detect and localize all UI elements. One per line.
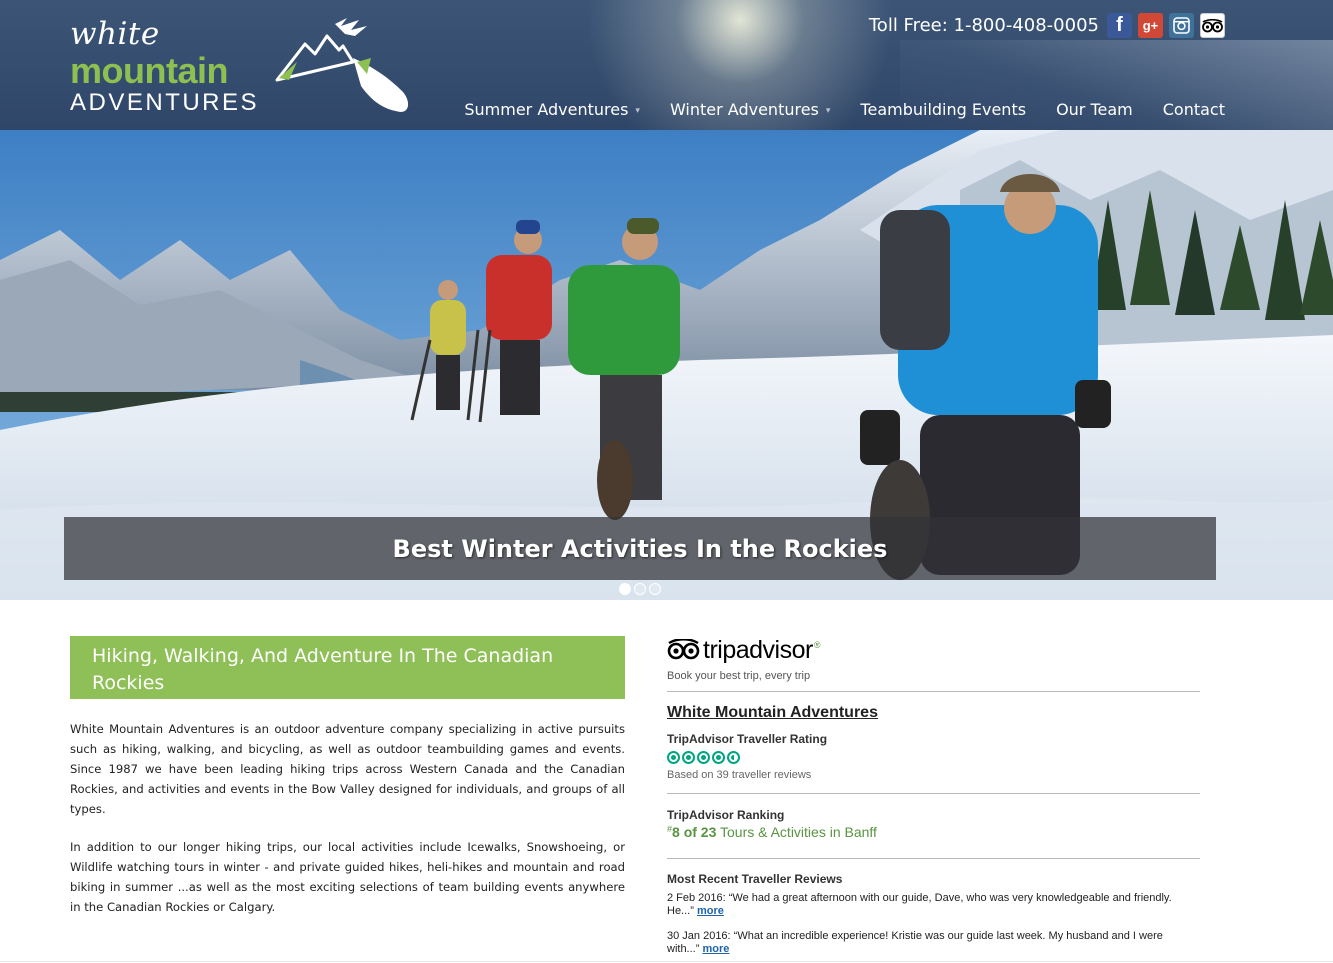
ranking-label: TripAdvisor Ranking xyxy=(667,808,785,822)
divider xyxy=(667,793,1200,794)
slider-dot-1[interactable] xyxy=(619,583,631,595)
hero-caption-bar: Best Winter Activities In the Rockies xyxy=(64,517,1216,580)
tripadvisor-wordmark: tripadvisor xyxy=(703,635,813,664)
toll-free-number[interactable]: Toll Free: 1-800-408-0005 xyxy=(869,15,1099,36)
logo-line-mountain: mountain xyxy=(70,50,228,91)
nav-summer-adventures-label: Summer Adventures xyxy=(464,100,629,119)
logo-line-white: white xyxy=(70,16,160,52)
review-text: 2 Feb 2016: “We had a great afternoon wi… xyxy=(667,892,1172,917)
instagram-icon[interactable] xyxy=(1169,13,1194,38)
intro-heading: Hiking, Walking, And Adventure In The Ca… xyxy=(70,636,625,699)
page-bottom-divider xyxy=(0,961,1333,962)
rating-half-bubble-icon xyxy=(727,751,740,764)
intro-section: Hiking, Walking, And Adventure In The Ca… xyxy=(70,636,625,917)
tripadvisor-tagline: Book your best trip, every trip xyxy=(667,670,811,682)
review-count[interactable]: Based on 39 traveller reviews xyxy=(667,769,1200,781)
intro-paragraph-1: White Mountain Adventures is an outdoor … xyxy=(70,722,625,816)
facebook-icon[interactable]: f xyxy=(1107,13,1132,38)
ranking-position: 8 of 23 xyxy=(672,824,717,840)
rating-label: TripAdvisor Traveller Rating xyxy=(667,732,828,746)
topbar: Toll Free: 1-800-408-0005 f g+ xyxy=(869,13,1225,38)
tripadvisor-owl-icon xyxy=(667,639,700,660)
review-text: 30 Jan 2016: “What an incredible experie… xyxy=(667,930,1163,955)
business-name-link[interactable]: White Mountain Adventures xyxy=(667,704,1200,722)
nav-teambuilding-events-label: Teambuilding Events xyxy=(860,100,1027,119)
rating-bubble-icon xyxy=(682,751,695,764)
tripadvisor-icon[interactable] xyxy=(1200,13,1225,38)
nav-teambuilding-events[interactable]: Teambuilding Events xyxy=(830,100,1026,119)
tripadvisor-widget: tripadvisor ® Book your best trip, every… xyxy=(667,636,1200,956)
recent-reviews-label: Most Recent Traveller Reviews xyxy=(667,872,843,886)
divider xyxy=(667,858,1200,859)
hero-caption-text: Best Winter Activities In the Rockies xyxy=(392,534,888,563)
nav-winter-adventures[interactable]: Winter Adventures ▾ xyxy=(640,100,830,119)
ranking-link[interactable]: #8 of 23 Tours & Activities in Banff xyxy=(667,824,1200,840)
site-header: white mountain ADVENTURES Toll Free: 1-8… xyxy=(0,0,1333,130)
intro-paragraph-2: In addition to our longer hiking trips, … xyxy=(70,840,625,914)
tripadvisor-owl-icon xyxy=(1202,18,1223,32)
mountain-bird-logo-icon xyxy=(275,18,409,112)
rating-bubbles xyxy=(667,751,1200,764)
review-more-link[interactable]: more xyxy=(702,943,729,955)
main-navigation: Summer Adventures ▾ Winter Adventures ▾ … xyxy=(434,100,1225,119)
divider xyxy=(667,691,1200,692)
slider-dot-2[interactable] xyxy=(634,583,646,595)
facebook-glyph: f xyxy=(1116,14,1123,36)
nav-our-team-label: Our Team xyxy=(1056,100,1133,119)
registered-mark: ® xyxy=(813,640,821,650)
nav-our-team[interactable]: Our Team xyxy=(1026,100,1133,119)
rating-bubble-icon xyxy=(667,751,680,764)
nav-contact[interactable]: Contact xyxy=(1133,100,1225,119)
hero-slider[interactable]: Best Winter Activities In the Rockies xyxy=(0,130,1333,600)
nav-winter-adventures-label: Winter Adventures xyxy=(669,100,819,119)
slider-dot-3[interactable] xyxy=(649,583,661,595)
review-item: 2 Feb 2016: “We had a great afternoon wi… xyxy=(667,892,1177,918)
rating-bubble-icon xyxy=(712,751,725,764)
ranking-suffix: Tours & Activities in Banff xyxy=(716,824,877,840)
instagram-camera-icon xyxy=(1173,17,1190,34)
logo-line-adventures: ADVENTURES xyxy=(70,89,260,116)
nav-contact-label: Contact xyxy=(1162,100,1225,119)
google-plus-glyph: g+ xyxy=(1142,18,1159,33)
site-logo[interactable]: white mountain ADVENTURES xyxy=(70,14,415,116)
google-plus-icon[interactable]: g+ xyxy=(1138,13,1163,38)
review-item: 30 Jan 2016: “What an incredible experie… xyxy=(667,930,1177,956)
slider-pagination xyxy=(619,583,661,595)
tripadvisor-logo[interactable]: tripadvisor ® xyxy=(667,636,1200,664)
review-more-link[interactable]: more xyxy=(697,905,724,917)
nav-summer-adventures[interactable]: Summer Adventures ▾ xyxy=(434,100,640,119)
rating-bubble-icon xyxy=(697,751,710,764)
